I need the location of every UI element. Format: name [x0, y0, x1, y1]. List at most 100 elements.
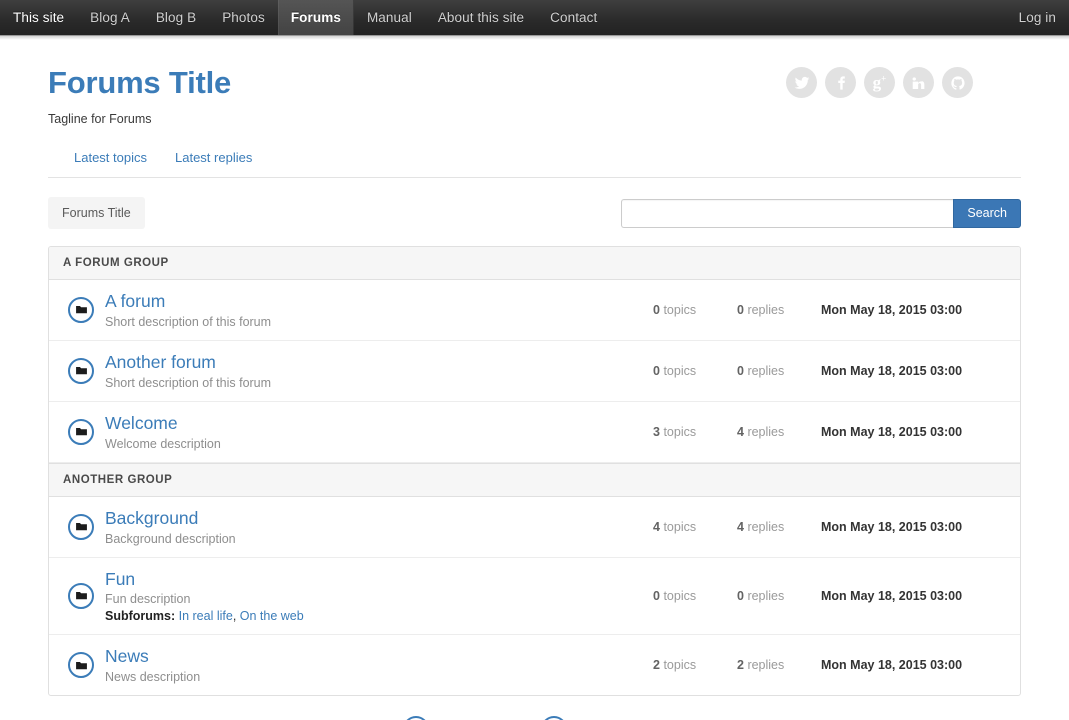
social-links: g+: [786, 67, 973, 98]
topics-number: 0: [653, 302, 660, 317]
no-new-posts-icon: [68, 357, 94, 384]
forum-last-post-date: Mon May 18, 2015 03:00: [821, 588, 963, 603]
forum-group-header: Another group: [49, 462, 1020, 497]
search-button[interactable]: Search: [953, 198, 1021, 228]
tab-latest-replies[interactable]: Latest replies: [161, 144, 266, 177]
replies-label: replies: [747, 588, 785, 603]
forum-description: Fun description: [105, 592, 191, 607]
forum-info: A forum Short description of this forum: [103, 291, 653, 329]
topics-number: 0: [653, 588, 660, 603]
legend-item: Forum is locked: [541, 716, 666, 720]
no-new-posts-icon: [68, 418, 94, 445]
forum-link[interactable]: Background: [105, 508, 198, 530]
forum-topics-count: 0 topics: [653, 364, 737, 378]
forum-replies-count: 2 replies: [737, 658, 821, 672]
forum-row: Another forum Short description of this f…: [49, 341, 1020, 402]
nav-item-manual[interactable]: Manual: [354, 0, 425, 35]
linkedin-icon[interactable]: [903, 67, 934, 98]
replies-label: replies: [747, 363, 785, 378]
forum-icon-cell: [59, 296, 103, 323]
nav-item-about-this-site[interactable]: About this site: [425, 0, 537, 35]
forum-link[interactable]: Fun: [105, 569, 135, 591]
nav-item-contact[interactable]: Contact: [537, 0, 610, 35]
topics-number: 3: [653, 424, 660, 439]
nav-item-photos[interactable]: Photos: [209, 0, 278, 35]
no-new-posts-icon: [403, 716, 430, 720]
nav-item-blog-a[interactable]: Blog A: [77, 0, 143, 35]
topics-label: topics: [663, 363, 697, 378]
facebook-icon[interactable]: [825, 67, 856, 98]
replies-label: replies: [747, 519, 785, 534]
google-plus-glyph: g+: [872, 73, 887, 92]
replies-number: 0: [737, 588, 744, 603]
breadcrumb[interactable]: Forums Title: [48, 197, 145, 229]
forum-row: News News description 2 topics 2 replies Mon…: [49, 635, 1020, 695]
replies-label: replies: [747, 302, 785, 317]
forum-last-post-date: Mon May 18, 2015 03:00: [821, 658, 963, 673]
subforum-link[interactable]: In real life: [179, 609, 233, 623]
forum-info: News News description: [103, 646, 653, 684]
forum-replies-count: 0 replies: [737, 589, 821, 603]
forum-group-header: A forum group: [49, 247, 1020, 280]
topics-label: topics: [663, 302, 697, 317]
forum-description: Short description of this forum: [105, 375, 272, 390]
forum-link[interactable]: Welcome: [105, 413, 178, 435]
forum-info: Another forum Short description of this f…: [103, 352, 653, 390]
forum-icon-cell: [59, 582, 103, 609]
forum-last-post-date: Mon May 18, 2015 03:00: [821, 363, 963, 378]
site-header: Forums Title Tagline for Forums g+: [48, 40, 1021, 128]
forum-topics-count: 0 topics: [653, 303, 737, 317]
subforum-link[interactable]: On the web: [240, 609, 304, 623]
topics-label: topics: [663, 519, 697, 534]
twitter-icon[interactable]: [786, 67, 817, 98]
subforums-label: Subforums:: [105, 609, 176, 624]
forum-replies-count: 4 replies: [737, 520, 821, 534]
github-icon[interactable]: [942, 67, 973, 98]
nav-item-blog-b[interactable]: Blog B: [143, 0, 209, 35]
replies-number: 0: [737, 302, 744, 317]
forum-toolbar: Forums Title Search: [48, 197, 1021, 229]
nav-item-login[interactable]: Log in: [1006, 0, 1069, 35]
forum-info: Welcome Welcome description: [103, 413, 653, 451]
forum-list-table: A forum group A forum Short description of…: [48, 246, 1021, 697]
forum-link[interactable]: News: [105, 646, 149, 668]
forum-row: Background Background description 4 topics…: [49, 497, 1020, 558]
tab-latest-topics[interactable]: Latest topics: [60, 144, 161, 177]
forum-icon-cell: [59, 513, 103, 540]
forum-topics-count: 4 topics: [653, 520, 737, 534]
forum-description: Welcome description: [105, 436, 221, 451]
forum-description: Background description: [105, 531, 236, 546]
nav-item-this-site[interactable]: This site: [0, 0, 77, 35]
topics-number: 0: [653, 363, 660, 378]
forum-row: Welcome Welcome description 3 topics 4 repl…: [49, 402, 1020, 463]
search-box: Search: [621, 198, 1021, 228]
forum-link[interactable]: A forum: [105, 291, 165, 313]
no-new-posts-icon: [68, 582, 94, 609]
nav-item-forums[interactable]: Forums: [277, 0, 354, 35]
forum-locked-icon: [541, 716, 567, 720]
replies-number: 4: [737, 424, 744, 439]
forum-row: Fun Fun description Subforums: In real lif…: [49, 558, 1020, 636]
forum-topics-count: 0 topics: [653, 589, 737, 603]
topics-number: 4: [653, 519, 660, 534]
forum-tabs: Latest topics Latest replies: [48, 144, 1021, 178]
forum-row: A forum Short description of this forum 0 …: [49, 280, 1020, 341]
forum-replies-count: 0 replies: [737, 303, 821, 317]
forum-replies-count: 0 replies: [737, 364, 821, 378]
google-plus-icon[interactable]: g+: [864, 67, 895, 98]
page-tagline: Tagline for Forums: [48, 112, 152, 127]
legend-item: No new posts: [403, 716, 515, 720]
replies-number: 2: [737, 658, 744, 673]
forum-link[interactable]: Another forum: [105, 352, 216, 374]
no-new-posts-icon: [68, 513, 94, 540]
topics-label: topics: [663, 424, 697, 439]
search-input[interactable]: [621, 198, 954, 228]
forum-info: Background Background description: [103, 508, 653, 546]
forum-icon-cell: [59, 357, 103, 384]
forum-description: Short description of this forum: [105, 314, 272, 329]
top-navigation-bar: This site Blog A Blog B Photos Forums Manual A…: [0, 0, 1069, 35]
replies-label: replies: [747, 658, 785, 673]
forum-icon-cell: [59, 652, 103, 679]
replies-number: 4: [737, 519, 744, 534]
forum-last-post-date: Mon May 18, 2015 03:00: [821, 302, 963, 317]
